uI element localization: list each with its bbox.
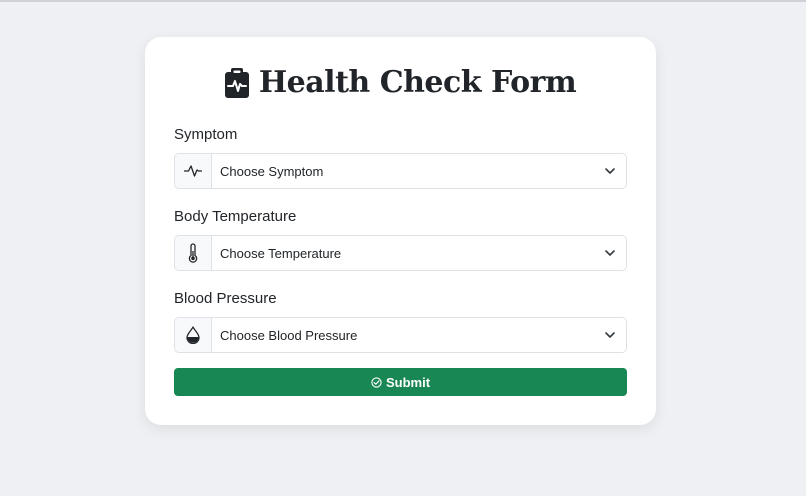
temperature-select[interactable]: Choose Temperature [212,236,626,270]
clipboard-pulse-icon [224,68,249,98]
blood-pressure-addon [175,318,212,352]
blood-pressure-input-group: Choose Blood Pressure [174,317,627,353]
symptom-select-value: Choose Symptom [220,163,324,179]
blood-pressure-select[interactable]: Choose Blood Pressure [212,318,626,352]
droplet-half-icon [186,326,200,344]
health-check-card: Health Check Form Symptom Choose Symptom… [145,37,656,425]
thermometer-icon [188,243,198,263]
chevron-down-icon [605,332,615,338]
top-border [0,0,806,2]
temperature-label: Body Temperature [174,208,297,225]
chevron-down-icon [605,168,615,174]
chevron-down-icon [605,250,615,256]
submit-label: Submit [385,374,431,390]
symptom-addon [175,154,212,188]
check-circle-icon [371,376,382,388]
symptom-input-group: Choose Symptom [174,153,627,189]
blood-pressure-label: Blood Pressure [174,290,277,307]
temperature-addon [175,236,212,270]
submit-button[interactable]: Submit [174,368,627,396]
temperature-select-value: Choose Temperature [220,245,342,261]
temperature-field: Body Temperature Choose Temperature [174,207,627,271]
activity-pulse-icon [184,165,202,177]
blood-pressure-select-value: Choose Blood Pressure [220,327,358,343]
temperature-input-group: Choose Temperature [174,235,627,271]
form-title: Health Check Form [145,65,656,101]
symptom-label: Symptom [174,126,238,143]
form-title-text: Health Check Form [258,65,577,100]
symptom-field: Symptom Choose Symptom [174,125,627,189]
symptom-select[interactable]: Choose Symptom [212,154,626,188]
blood-pressure-field: Blood Pressure Choose Blood Pressure [174,289,627,353]
